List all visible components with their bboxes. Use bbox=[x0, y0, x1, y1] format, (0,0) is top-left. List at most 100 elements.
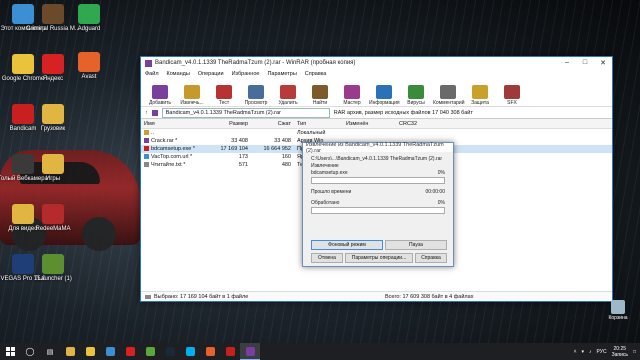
file-icon bbox=[144, 154, 149, 160]
maximize-icon[interactable]: □ bbox=[576, 59, 594, 67]
desktop-icon[interactable]: TLauncher (1) bbox=[24, 254, 82, 283]
toolbar-button[interactable]: Удалить bbox=[273, 85, 303, 106]
column-header-cell[interactable]: Размер bbox=[204, 121, 251, 127]
app-icon bbox=[78, 4, 100, 24]
title-bar[interactable]: Bandicam_v4.0.1.1339 TheRadmaTzum (2).ra… bbox=[141, 57, 612, 69]
taskbar-utorrent-button[interactable] bbox=[140, 343, 160, 360]
toolbar-button[interactable]: Добавить bbox=[145, 85, 175, 106]
toolbar-button[interactable]: Защита bbox=[465, 85, 495, 106]
action-label: Извлечение bbox=[311, 162, 339, 169]
toolbar-button[interactable]: Вирусы bbox=[401, 85, 431, 106]
desktop-icon-label: Avast bbox=[81, 74, 97, 80]
path-bar: ↑ Bandicam_v4.0.1.1339 TheRadmaTzum (2).… bbox=[141, 107, 612, 119]
winrar-icon bbox=[245, 346, 255, 356]
chrome-icon bbox=[85, 347, 95, 356]
dialog-title[interactable]: Извлечение из Bandicam_v4.0.1.1339 TheRa… bbox=[303, 142, 453, 154]
toolbar-button[interactable]: Извлечь... bbox=[177, 85, 207, 106]
file-icon bbox=[144, 138, 149, 144]
start-button[interactable] bbox=[0, 343, 20, 360]
winrar-icon bbox=[145, 59, 152, 67]
desktop-icon[interactable]: Adguard bbox=[60, 4, 118, 33]
taskbar-chrome-button[interactable] bbox=[80, 343, 100, 360]
path-field[interactable]: Bandicam_v4.0.1.1339 TheRadmaTzum (2).ra… bbox=[161, 107, 330, 118]
up-folder-icon[interactable]: ↑ bbox=[145, 110, 148, 116]
toolbar-label: SFX bbox=[507, 100, 517, 106]
toolbar-icon bbox=[472, 85, 488, 99]
toolbar-label: Извлечь... bbox=[180, 100, 204, 106]
taskbar-record-button[interactable] bbox=[220, 343, 240, 360]
recycle-bin[interactable]: Корзина bbox=[600, 300, 636, 321]
background-button[interactable]: Фоновый режим bbox=[311, 240, 383, 250]
close-icon[interactable]: ✕ bbox=[594, 59, 612, 67]
toolbar-label: Добавить bbox=[148, 100, 172, 106]
minimize-icon[interactable]: – bbox=[558, 59, 576, 67]
help-button[interactable]: Справка bbox=[415, 253, 447, 263]
file-type: Локальный bbox=[297, 130, 326, 136]
desktop-icon[interactable]: Игры bbox=[24, 154, 82, 183]
elapsed-label: Прошло времени bbox=[311, 188, 352, 195]
task-view-icon[interactable]: ▤ bbox=[40, 343, 60, 360]
notification-icon[interactable]: □ bbox=[633, 349, 636, 355]
language-indicator[interactable]: РУС bbox=[597, 349, 607, 355]
status-right: Всего: 17 609 308 байт в 4 файлах bbox=[385, 293, 474, 300]
taskbar: ◯ ▤ ˄ ▾ ♪ РУС 20:25 Запись □ bbox=[0, 343, 640, 360]
volume-icon[interactable]: ♪ bbox=[589, 349, 592, 355]
desktop-icon[interactable]: Грузовик bbox=[24, 104, 82, 133]
extract-dialog[interactable]: Извлечение из Bandicam_v4.0.1.1339 TheRa… bbox=[302, 142, 454, 267]
network-icon[interactable]: ▾ bbox=[582, 349, 585, 355]
tray-arrow-icon[interactable]: ˄ bbox=[574, 349, 577, 355]
taskbar-yandex-button[interactable] bbox=[120, 343, 140, 360]
desktop-icon[interactable]: RedeeMaMA bbox=[24, 204, 82, 233]
taskbar-store-button[interactable] bbox=[100, 343, 120, 360]
taskbar-steam-button[interactable] bbox=[160, 343, 180, 360]
menu-item[interactable]: Операции bbox=[198, 71, 224, 77]
taskbar-skype-button[interactable] bbox=[180, 343, 200, 360]
toolbar-button[interactable]: Комментарий bbox=[433, 85, 465, 106]
toolbar-button[interactable]: Найти bbox=[305, 85, 335, 106]
column-header-cell[interactable]: Имя bbox=[141, 121, 204, 127]
toolbar-icon bbox=[376, 85, 392, 99]
menu-item[interactable]: Команды bbox=[167, 71, 190, 77]
app-icon bbox=[78, 52, 100, 72]
toolbar-button[interactable]: SFX bbox=[497, 85, 527, 106]
column-header-cell[interactable]: Сжат bbox=[251, 121, 294, 127]
taskbar-vlc-button[interactable] bbox=[200, 343, 220, 360]
toolbar-label: Защита bbox=[471, 100, 489, 106]
column-header-cell[interactable]: Тип bbox=[294, 121, 343, 127]
processed-label: Обработано bbox=[311, 199, 340, 206]
toolbar-button[interactable]: Просмотр bbox=[241, 85, 271, 106]
column-header-cell[interactable]: CRC32 bbox=[396, 121, 429, 127]
menu-item[interactable]: Файл bbox=[145, 71, 159, 77]
vlc-icon bbox=[205, 347, 215, 356]
file-name-cell: Crack.rar * bbox=[141, 138, 204, 144]
desktop-icon[interactable]: Avast bbox=[60, 52, 118, 81]
desktop-icon-label: Грузовик bbox=[40, 126, 66, 132]
taskbar-winrar-button[interactable] bbox=[240, 343, 260, 360]
toolbar-button[interactable]: Тест bbox=[209, 85, 239, 106]
toolbar-label: Удалить bbox=[278, 100, 298, 106]
taskbar-explorer-button[interactable] bbox=[60, 343, 80, 360]
toolbar-icon bbox=[408, 85, 424, 99]
column-header-cell[interactable]: Изменён bbox=[343, 121, 396, 127]
toolbar-button[interactable]: Информация bbox=[369, 85, 400, 106]
column-header: Имя Размер Сжат Тип Изменён CRC32 bbox=[141, 119, 612, 129]
total-percent: 0% bbox=[437, 199, 445, 206]
file-row[interactable]: .. Локальный bbox=[141, 129, 612, 137]
system-tray: ˄ ▾ ♪ РУС 20:25 Запись □ bbox=[574, 346, 640, 358]
params-button[interactable]: Параметры операции... bbox=[345, 253, 413, 263]
toolbar-button[interactable]: Мастер bbox=[337, 85, 367, 106]
cancel-button[interactable]: Отмена bbox=[311, 253, 343, 263]
menu-item[interactable]: Избранное bbox=[232, 71, 260, 77]
total-progress-bar bbox=[311, 207, 445, 214]
desktop-icon-label: RedeeMaMA bbox=[35, 226, 71, 232]
menu-item[interactable]: Параметры bbox=[267, 71, 296, 77]
file-icon bbox=[144, 162, 149, 168]
search-icon[interactable]: ◯ bbox=[20, 343, 40, 360]
clock[interactable]: 20:25 Запись bbox=[612, 346, 628, 358]
app-icon bbox=[42, 104, 64, 124]
pause-button[interactable]: Пауза bbox=[385, 240, 447, 250]
toolbar-icon bbox=[504, 85, 520, 99]
file-icon bbox=[144, 130, 149, 136]
file-icon bbox=[144, 146, 149, 152]
menu-item[interactable]: Справка bbox=[305, 71, 327, 77]
